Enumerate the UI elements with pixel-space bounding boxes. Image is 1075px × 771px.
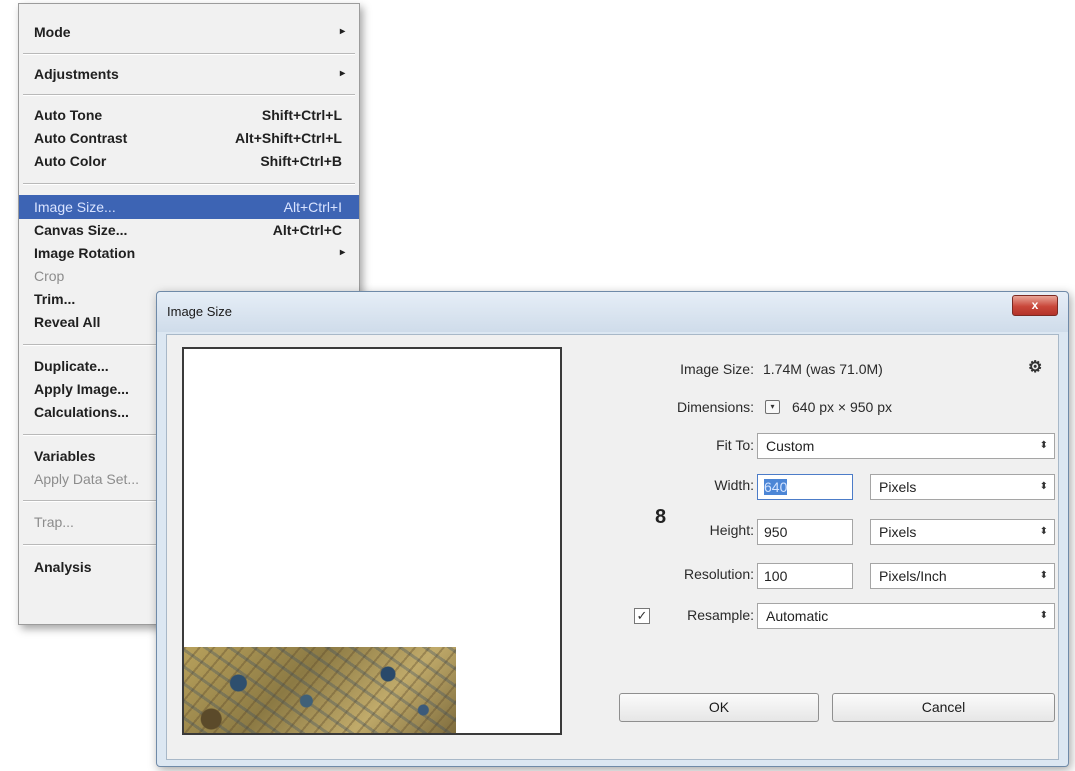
menu-item-adjustments[interactable]: Adjustments ▸ [19, 62, 359, 86]
cancel-button[interactable]: Cancel [832, 693, 1055, 722]
height-input[interactable]: 950 [757, 519, 853, 545]
menu-item-label: Adjustments [34, 66, 119, 82]
menu-item-label: Trim... [34, 291, 76, 307]
fit-to-label: Fit To: [716, 437, 754, 453]
menu-item-label: Analysis [34, 559, 92, 575]
image-size-label: Image Size: [680, 361, 754, 377]
dialog-body: Image Size: 1.74M (was 71.0M) ⚙ Dimensio… [166, 334, 1059, 760]
submenu-arrow-icon: ▸ [339, 68, 345, 79]
height-unit-value: Pixels [879, 524, 917, 540]
width-value: 640 [764, 479, 788, 495]
width-input[interactable]: 640 [757, 474, 853, 500]
menu-item-label: Variables [34, 448, 96, 464]
updown-icon: ⬍ [1039, 440, 1048, 451]
dimensions-expand-icon[interactable]: ▾ [765, 400, 780, 414]
submenu-arrow-icon: ▸ [339, 26, 345, 37]
gear-icon[interactable]: ⚙ [1028, 357, 1042, 377]
cancel-label: Cancel [921, 699, 966, 715]
resample-select[interactable]: Automatic ⬍ [757, 603, 1055, 629]
menu-item-label: Auto Color [34, 153, 107, 169]
height-label: Height: [709, 522, 754, 538]
menu-item-auto-color[interactable]: Auto Color Shift+Ctrl+B [19, 149, 359, 173]
menu-shortcut: Shift+Ctrl+L [261, 107, 342, 123]
menu-item-image-size[interactable]: Image Size... Alt+Ctrl+I [19, 195, 359, 219]
menu-item-auto-tone[interactable]: Auto Tone Shift+Ctrl+L [19, 103, 359, 127]
close-button[interactable]: x [1012, 295, 1058, 316]
width-unit-select[interactable]: Pixels ⬍ [870, 474, 1055, 500]
menu-item-label: Apply Data Set... [34, 471, 140, 487]
image-size-value: 1.74M (was 71.0M) [763, 361, 883, 377]
menu-item-label: Duplicate... [34, 358, 109, 374]
dimensions-value: 640 px × 950 px [792, 399, 893, 415]
updown-icon: ⬍ [1039, 570, 1048, 581]
height-unit-select[interactable]: Pixels ⬍ [870, 519, 1055, 545]
menu-item-auto-contrast[interactable]: Auto Contrast Alt+Shift+Ctrl+L [19, 126, 359, 150]
dialog-titlebar[interactable]: Image Size x [157, 292, 1068, 332]
image-preview[interactable] [182, 347, 562, 735]
image-size-dialog: Image Size x Image Size: 1.74M (was 71.0… [156, 291, 1069, 767]
menu-separator [23, 183, 355, 185]
menu-item-crop[interactable]: Crop [19, 264, 359, 288]
menu-shortcut: Alt+Ctrl+C [272, 222, 342, 238]
resolution-input[interactable]: 100 [757, 563, 853, 589]
menu-item-label: Mode [34, 24, 71, 40]
updown-icon: ⬍ [1039, 610, 1048, 621]
fit-to-select[interactable]: Custom ⬍ [757, 433, 1055, 459]
menu-item-label: Calculations... [34, 404, 129, 420]
resample-value: Automatic [766, 608, 829, 624]
width-label: Width: [714, 477, 754, 493]
menu-item-label: Image Rotation [34, 245, 136, 261]
menu-shortcut: Alt+Ctrl+I [283, 199, 342, 215]
resolution-label: Resolution: [683, 566, 754, 582]
fit-to-value: Custom [766, 438, 815, 454]
width-unit-value: Pixels [879, 479, 917, 495]
ok-button[interactable]: OK [619, 693, 819, 722]
close-icon: x [1031, 298, 1039, 312]
resolution-unit-value: Pixels/Inch [879, 568, 947, 584]
menu-item-mode[interactable]: Mode ▸ [19, 20, 359, 44]
menu-item-canvas-size[interactable]: Canvas Size... Alt+Ctrl+C [19, 218, 359, 242]
menu-item-label: Crop [34, 268, 65, 284]
resample-label: Resample: [687, 607, 754, 623]
height-value: 950 [764, 524, 788, 540]
menu-item-label: Canvas Size... [34, 222, 128, 238]
resolution-unit-select[interactable]: Pixels/Inch ⬍ [870, 563, 1055, 589]
menu-shortcut: Alt+Shift+Ctrl+L [235, 130, 342, 146]
menu-item-label: Auto Contrast [34, 130, 128, 146]
resolution-value: 100 [764, 568, 788, 584]
check-icon: ✓ [636, 608, 648, 623]
updown-icon: ⬍ [1039, 526, 1048, 537]
menu-item-label: Image Size... [34, 199, 116, 215]
updown-icon: ⬍ [1039, 481, 1048, 492]
menu-item-label: Auto Tone [34, 107, 103, 123]
menu-item-label: Apply Image... [34, 381, 129, 397]
dimensions-label: Dimensions: [676, 399, 754, 415]
dialog-title: Image Size [167, 304, 233, 319]
submenu-arrow-icon: ▸ [339, 247, 345, 258]
resample-checkbox[interactable]: ✓ [634, 608, 650, 624]
menu-item-label: Trap... [34, 514, 74, 530]
menu-separator [23, 94, 355, 96]
menu-separator [23, 53, 355, 55]
menu-item-image-rotation[interactable]: Image Rotation ▸ [19, 241, 359, 265]
menu-shortcut: Shift+Ctrl+B [260, 153, 342, 169]
ok-label: OK [708, 699, 730, 715]
menu-item-label: Reveal All [34, 314, 101, 330]
preview-image [184, 647, 456, 733]
constrain-link-icon[interactable]: 8 [655, 506, 666, 529]
